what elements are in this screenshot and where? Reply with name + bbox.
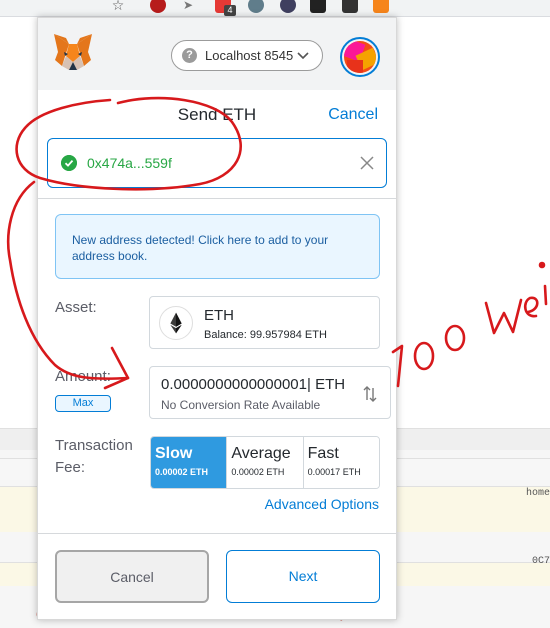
fee-option-amount: 0.00017 ETH — [307, 467, 361, 477]
advanced-options-link[interactable]: Advanced Options — [265, 496, 379, 512]
extension-badge: 4 — [224, 5, 236, 16]
question-icon: ? — [182, 48, 197, 63]
background-code-fragment: home — [525, 488, 550, 499]
check-circle-icon — [61, 155, 77, 171]
amount-value: 0.0000000000000001| ETH — [161, 376, 346, 393]
screen: ☆ ➤ 4 home 0C7 0xcc2d9ad2e7ef60fc2b4cb3b… — [0, 0, 550, 628]
metamask-extension-icon[interactable] — [373, 0, 389, 13]
asset-selector[interactable]: ETH Balance: 99.957984 ETH — [149, 296, 380, 349]
amount-label: Amount: — [55, 368, 111, 385]
extension-k-icon[interactable] — [280, 0, 296, 13]
fee-label-line1: Transaction — [55, 437, 133, 454]
account-avatar[interactable] — [340, 37, 380, 77]
network-selector[interactable]: ? Localhost 8545 — [171, 40, 323, 71]
extension-gray-icon[interactable] — [248, 0, 264, 13]
fee-selector: Slow 0.00002 ETH Average 0.00002 ETH Fas… — [150, 436, 380, 489]
browser-toolbar: ☆ ➤ 4 — [0, 0, 550, 17]
network-name: Localhost 8545 — [205, 48, 294, 63]
cancel-link[interactable]: Cancel — [328, 106, 378, 124]
fee-option-fast[interactable]: Fast 0.00017 ETH — [303, 437, 379, 488]
annotation-zero — [444, 324, 466, 352]
amount-input[interactable]: 0.0000000000000001| ETH No Conversion Ra… — [149, 366, 391, 419]
extension-check-icon[interactable] — [310, 0, 326, 13]
fee-option-slow[interactable]: Slow 0.00002 ETH — [151, 437, 228, 488]
fee-option-average[interactable]: Average 0.00002 ETH — [227, 437, 304, 488]
next-button[interactable]: Next — [226, 550, 380, 603]
ethereum-icon — [159, 306, 193, 340]
annotation-zero — [413, 341, 435, 371]
identicon — [344, 41, 376, 73]
chevron-down-icon — [297, 52, 309, 60]
fee-option-amount: 0.00002 ETH — [231, 467, 285, 477]
fee-option-name: Average — [231, 445, 291, 462]
new-address-notice[interactable]: New address detected! Click here to add … — [55, 214, 380, 279]
fee-option-name: Fast — [307, 445, 339, 462]
amount-unit: ETH — [315, 376, 346, 393]
fee-option-amount: 0.00002 ETH — [155, 467, 209, 477]
cancel-button[interactable]: Cancel — [55, 550, 209, 603]
recipient-address: 0x474a...559f — [87, 155, 172, 171]
annotation-i-dot — [538, 261, 546, 269]
metamask-popup: ? Localhost 8545 Send ETH Cancel 0x474a.… — [37, 17, 397, 620]
star-icon[interactable]: ☆ — [110, 0, 126, 13]
popup-header: ? Localhost 8545 — [38, 18, 396, 90]
conversion-text: No Conversion Rate Available — [161, 398, 321, 412]
footer-divider — [38, 533, 396, 534]
asset-label: Asset: — [55, 299, 97, 316]
asset-balance: Balance: 99.957984 ETH — [204, 329, 327, 341]
fee-label-line2: Fee: — [55, 459, 86, 476]
max-button[interactable]: Max — [55, 395, 111, 412]
asset-symbol: ETH — [204, 307, 234, 324]
annotation-e — [523, 296, 539, 318]
close-icon[interactable] — [360, 156, 374, 170]
fee-label: Transaction Fee: — [55, 435, 133, 479]
extension-sync-icon[interactable] — [342, 0, 358, 13]
cursor-extension-icon[interactable]: ➤ — [180, 0, 196, 13]
extension-red-icon[interactable] — [150, 0, 166, 13]
annotation-w — [484, 298, 523, 335]
divider — [38, 198, 396, 199]
background-code-fragment: 0C7 — [531, 556, 550, 567]
metamask-fox-icon[interactable] — [52, 32, 94, 72]
recipient-field[interactable]: 0x474a...559f — [47, 138, 387, 188]
amount-number: 0.0000000000000001 — [161, 376, 307, 393]
fee-option-name: Slow — [155, 445, 193, 462]
annotation-i — [543, 284, 548, 306]
swap-arrows-icon[interactable] — [362, 384, 378, 404]
